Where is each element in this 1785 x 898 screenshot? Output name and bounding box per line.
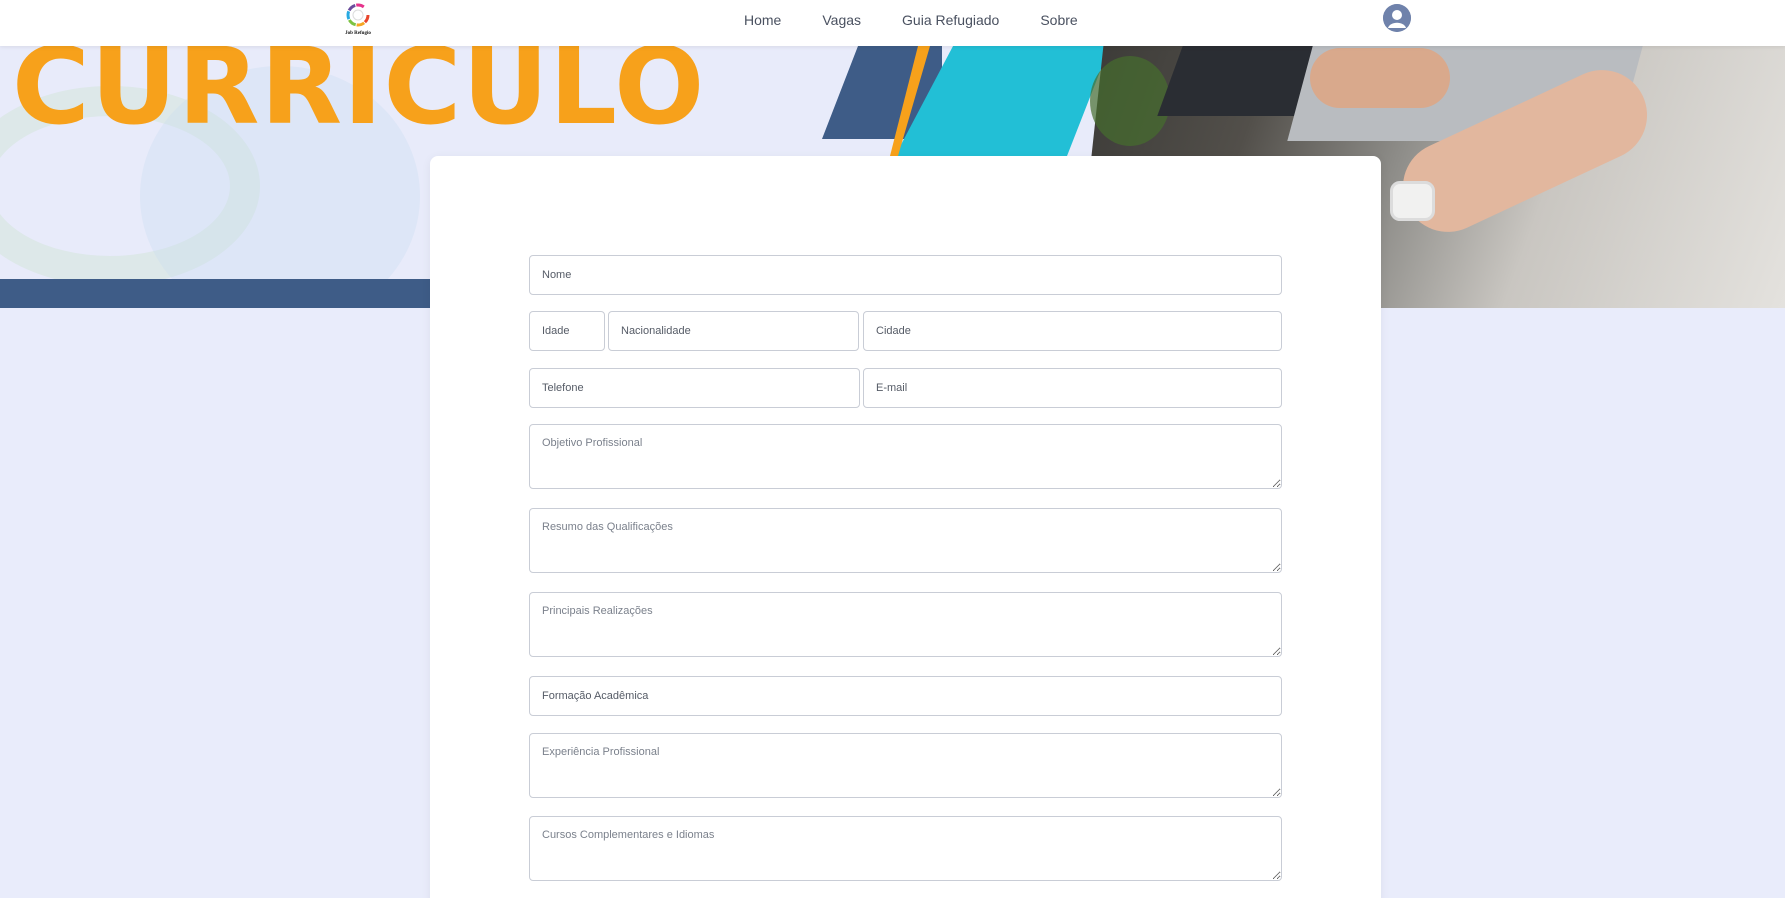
nacionalidade-input[interactable] — [608, 311, 859, 351]
main-nav: Home Vagas Guia Refugiado Sobre — [744, 11, 1119, 29]
nav-guia-refugiado[interactable]: Guia Refugiado — [902, 11, 999, 29]
nome-input[interactable] — [529, 255, 1282, 295]
top-navbar: Job Refugio Home Vagas Guia Refugiado So… — [0, 0, 1785, 46]
telefone-input[interactable] — [529, 368, 860, 408]
cidade-input[interactable] — [863, 311, 1282, 351]
nav-sobre[interactable]: Sobre — [1040, 11, 1077, 29]
resumo-qualificacoes-textarea[interactable] — [529, 508, 1282, 573]
user-avatar-icon[interactable] — [1383, 4, 1411, 32]
job-refugio-logo[interactable]: Job Refugio — [338, 2, 378, 42]
hero-navy-bar — [0, 279, 440, 308]
idade-input[interactable] — [529, 311, 605, 351]
avatar-silhouette-icon — [1383, 4, 1411, 32]
principais-realizacoes-textarea[interactable] — [529, 592, 1282, 657]
experiencia-profissional-textarea[interactable] — [529, 733, 1282, 798]
page-title: CURRICULO — [12, 46, 706, 148]
hero-photo-watch — [1390, 181, 1435, 221]
hero-photo-hand — [1310, 48, 1450, 108]
logo-text: Job Refugio — [345, 31, 371, 36]
nav-home[interactable]: Home — [744, 11, 781, 29]
logo-ring-icon — [346, 3, 370, 27]
cursos-idiomas-textarea[interactable] — [529, 816, 1282, 881]
email-input[interactable] — [863, 368, 1282, 408]
nav-vagas[interactable]: Vagas — [822, 11, 861, 29]
curriculum-form-card — [430, 156, 1381, 898]
hero-photo-plant — [1090, 56, 1170, 146]
objetivo-profissional-textarea[interactable] — [529, 424, 1282, 489]
formacao-academica-input[interactable] — [529, 676, 1282, 716]
